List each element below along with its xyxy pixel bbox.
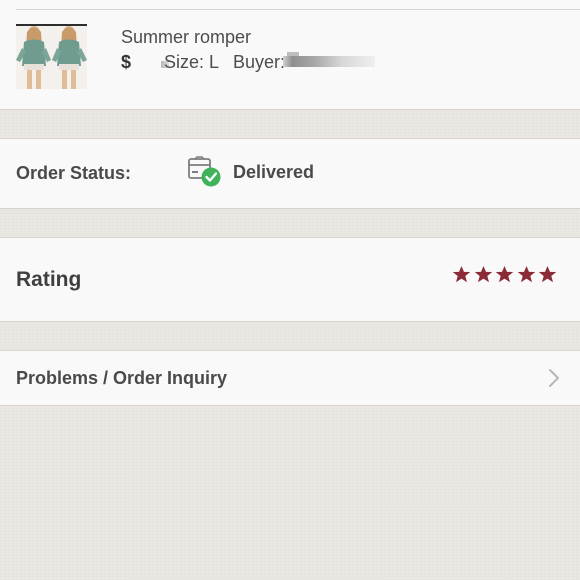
star-icon	[517, 265, 536, 284]
product-price: $	[121, 52, 132, 72]
delivered-box-icon	[186, 156, 222, 188]
buyer-label: Buyer:	[233, 52, 286, 72]
star-icon	[474, 265, 493, 284]
redacted-buyer-name	[283, 56, 375, 67]
star-icon	[538, 265, 557, 284]
product-meta: $ Size: L Buyer:	[121, 52, 381, 74]
divider	[16, 9, 580, 10]
problems-order-inquiry-label: Problems / Order Inquiry	[16, 368, 228, 388]
order-status-label: Order Status:	[16, 163, 132, 183]
chevron-right-icon	[546, 367, 562, 389]
rating-row: Rating	[0, 237, 580, 322]
order-status-value: Delivered	[233, 162, 315, 182]
product-thumbnail[interactable]	[16, 24, 87, 89]
product-title: Summer romper	[121, 27, 252, 47]
problems-order-inquiry-row[interactable]: Problems / Order Inquiry	[0, 350, 580, 406]
star-icon	[452, 265, 471, 284]
star-icon	[495, 265, 514, 284]
star-rating	[452, 265, 558, 285]
order-status-row: Order Status: Delivered	[0, 138, 580, 209]
product-size: Size: L	[164, 52, 220, 72]
rating-label: Rating	[16, 268, 82, 291]
order-item-card[interactable]: Summer romper $ Size: L Buyer:	[0, 0, 580, 110]
